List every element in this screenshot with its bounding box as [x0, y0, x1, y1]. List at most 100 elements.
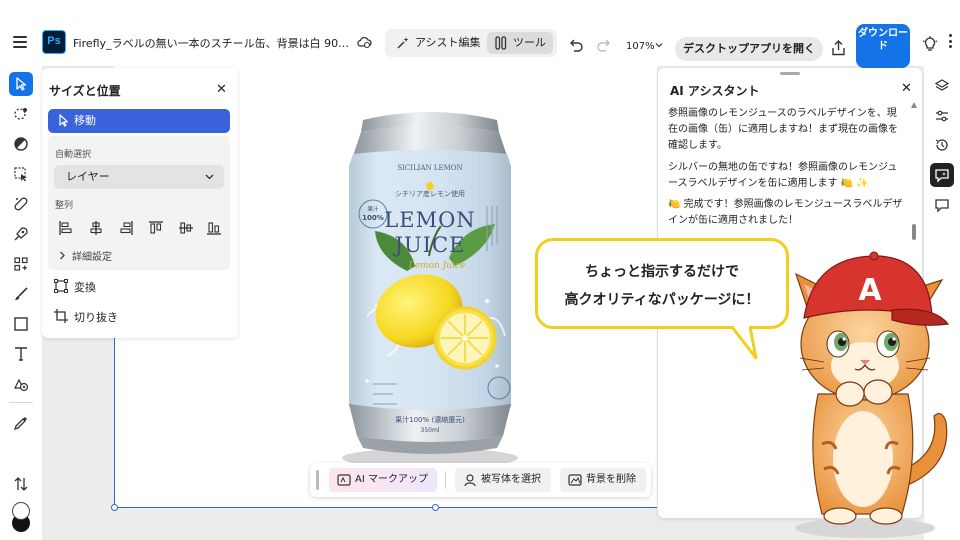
contextual-taskbar: AI マークアップ 被写体を選択 背景を削除: [310, 463, 651, 497]
background-color-swatch[interactable]: [12, 502, 30, 520]
heal-brush-icon[interactable]: [9, 192, 33, 216]
auto-select-label: 自動選択: [55, 150, 92, 160]
transform-icon: [54, 279, 68, 293]
more-options-icon[interactable]: [949, 34, 953, 51]
can-bottom-text2: 350ml: [421, 427, 440, 434]
left-toolbar: [0, 66, 42, 540]
sparkle-wand-icon: [397, 37, 409, 49]
transform-handle[interactable]: [432, 504, 439, 511]
can-script-text: Lemon Juice: [408, 261, 466, 271]
download-button[interactable]: ダウンロード: [856, 24, 910, 68]
ai-assistant-icon[interactable]: [930, 163, 954, 187]
object-select-icon[interactable]: [9, 162, 33, 186]
size-position-panel: サイズと位置 ✕ 移動 自動選択 レイヤー 整列 詳細設定 変換 切り抜き: [42, 68, 238, 338]
layers-icon[interactable]: [930, 74, 954, 98]
comment-icon[interactable]: [930, 193, 954, 217]
tools-tab[interactable]: ツール: [487, 32, 553, 54]
align-top-icon[interactable]: [148, 220, 164, 236]
auto-select-dropdown[interactable]: レイヤー: [54, 165, 224, 189]
move-arrow-icon: [59, 114, 69, 127]
can-badge-text2: 100%: [362, 214, 384, 222]
can-badge-text1: 果汁: [367, 205, 379, 213]
undo-icon[interactable]: [568, 38, 584, 52]
share-icon[interactable]: [831, 40, 846, 56]
photoshop-logo: Ps: [42, 30, 66, 54]
mode-switcher: アシスト編集 ツール: [385, 29, 557, 57]
can-brand-line2: JUICE: [393, 233, 466, 257]
taskbar-grip[interactable]: [316, 470, 319, 490]
auto-select-value: レイヤー: [66, 170, 110, 183]
remove-background-icon: [568, 474, 582, 486]
transform-item[interactable]: 変換: [54, 279, 96, 295]
eyedropper-icon[interactable]: [9, 411, 33, 435]
cloud-sync-icon[interactable]: [356, 34, 372, 50]
adjustments-icon[interactable]: [930, 104, 954, 128]
ai-markup-button[interactable]: AI マークアップ: [329, 468, 437, 492]
align-middle-icon[interactable]: [178, 220, 194, 236]
rectangle-icon[interactable]: [9, 312, 33, 336]
crop-item[interactable]: 切り抜き: [54, 309, 118, 325]
adjust-icon[interactable]: [9, 132, 33, 156]
selection-bottom-edge: [114, 507, 657, 508]
align-label: 整列: [55, 201, 74, 211]
can-brand-line1: LEMON: [384, 208, 475, 232]
select-subject-button[interactable]: 被写体を選択: [455, 468, 551, 492]
add-shape-icon[interactable]: [9, 372, 33, 396]
brush-icon[interactable]: [9, 282, 33, 306]
ai-markup-icon: [337, 474, 351, 486]
move-options: 自動選択 レイヤー 整列 詳細設定: [48, 136, 230, 270]
chevron-down-icon[interactable]: [655, 41, 663, 49]
close-icon[interactable]: ✕: [216, 82, 227, 97]
lightbulb-icon[interactable]: [922, 36, 938, 52]
align-center-icon[interactable]: [88, 220, 104, 236]
assistant-message: シルバーの無地の缶ですね！参照画像のレモンジュースラベルデザインを缶に適用します…: [668, 162, 898, 189]
tools-icon: [495, 36, 507, 50]
move-tool-icon[interactable]: [9, 72, 33, 96]
assist-edit-label: アシスト編集: [415, 36, 481, 49]
quick-select-icon[interactable]: [9, 102, 33, 126]
bubble-line-2: 高クオリティなパッケージに！: [564, 292, 760, 308]
swap-colors-icon[interactable]: [9, 472, 33, 496]
align-right-icon[interactable]: [118, 220, 134, 236]
grid-icon[interactable]: [9, 252, 33, 276]
bubble-line-1: ちょっと指示するだけで: [585, 264, 739, 280]
speech-bubble: ちょっと指示するだけで 高クオリティなパッケージに！: [535, 238, 789, 329]
history-icon[interactable]: [930, 133, 954, 157]
type-icon[interactable]: [9, 342, 33, 366]
remove-background-button[interactable]: 背景を削除: [560, 468, 646, 492]
hamburger-menu-icon[interactable]: [13, 36, 27, 48]
assist-edit-tab[interactable]: アシスト編集: [389, 32, 485, 54]
select-subject-label: 被写体を選択: [481, 474, 541, 485]
move-label: 移動: [74, 114, 96, 127]
advanced-settings-toggle[interactable]: 詳細設定: [72, 248, 112, 263]
tools-label: ツール: [513, 36, 546, 49]
redo-icon[interactable]: [596, 38, 612, 52]
scrollbar[interactable]: [911, 102, 917, 242]
crop-label: 切り抜き: [74, 311, 118, 324]
selection-left-edge: [114, 336, 115, 508]
select-subject-icon: [464, 474, 476, 487]
lemon-juice-can-image[interactable]: SICILIAN LEMON シチリア産レモン使用 果汁 100% LEMON …: [337, 106, 523, 476]
panel-drag-handle[interactable]: [780, 72, 800, 75]
zoom-level[interactable]: 107%: [626, 41, 655, 52]
toolbar-divider: [9, 402, 33, 403]
speech-bubble-tail: [730, 326, 758, 360]
move-button[interactable]: 移動: [48, 109, 230, 133]
align-bottom-icon[interactable]: [206, 220, 222, 236]
remove-background-label: 背景を削除: [586, 474, 636, 485]
ai-markup-label: AI マークアップ: [355, 474, 428, 485]
transform-handle[interactable]: [111, 504, 118, 511]
close-icon[interactable]: ✕: [901, 81, 912, 96]
open-desktop-app-button[interactable]: デスクトップアプリを開く: [675, 37, 823, 61]
generative-icon[interactable]: [9, 222, 33, 246]
align-left-icon[interactable]: [58, 220, 74, 236]
can-arc-text: SICILIAN LEMON: [397, 164, 462, 172]
document-title[interactable]: Firefly_ラベルの無い一本のスチール缶、背景は白 90…: [73, 35, 351, 51]
assistant-message: 参照画像のレモンジュースのラベルデザインを、現在の画像（缶）に適用しますね！まず…: [668, 108, 898, 151]
transform-label: 変換: [74, 281, 96, 294]
chevron-down-icon: [205, 174, 214, 180]
cat-mascot-illustration: A: [794, 251, 950, 538]
chevron-right-icon[interactable]: [59, 251, 66, 260]
panel-title: サイズと位置: [49, 84, 121, 98]
taskbar-divider: [445, 471, 446, 489]
